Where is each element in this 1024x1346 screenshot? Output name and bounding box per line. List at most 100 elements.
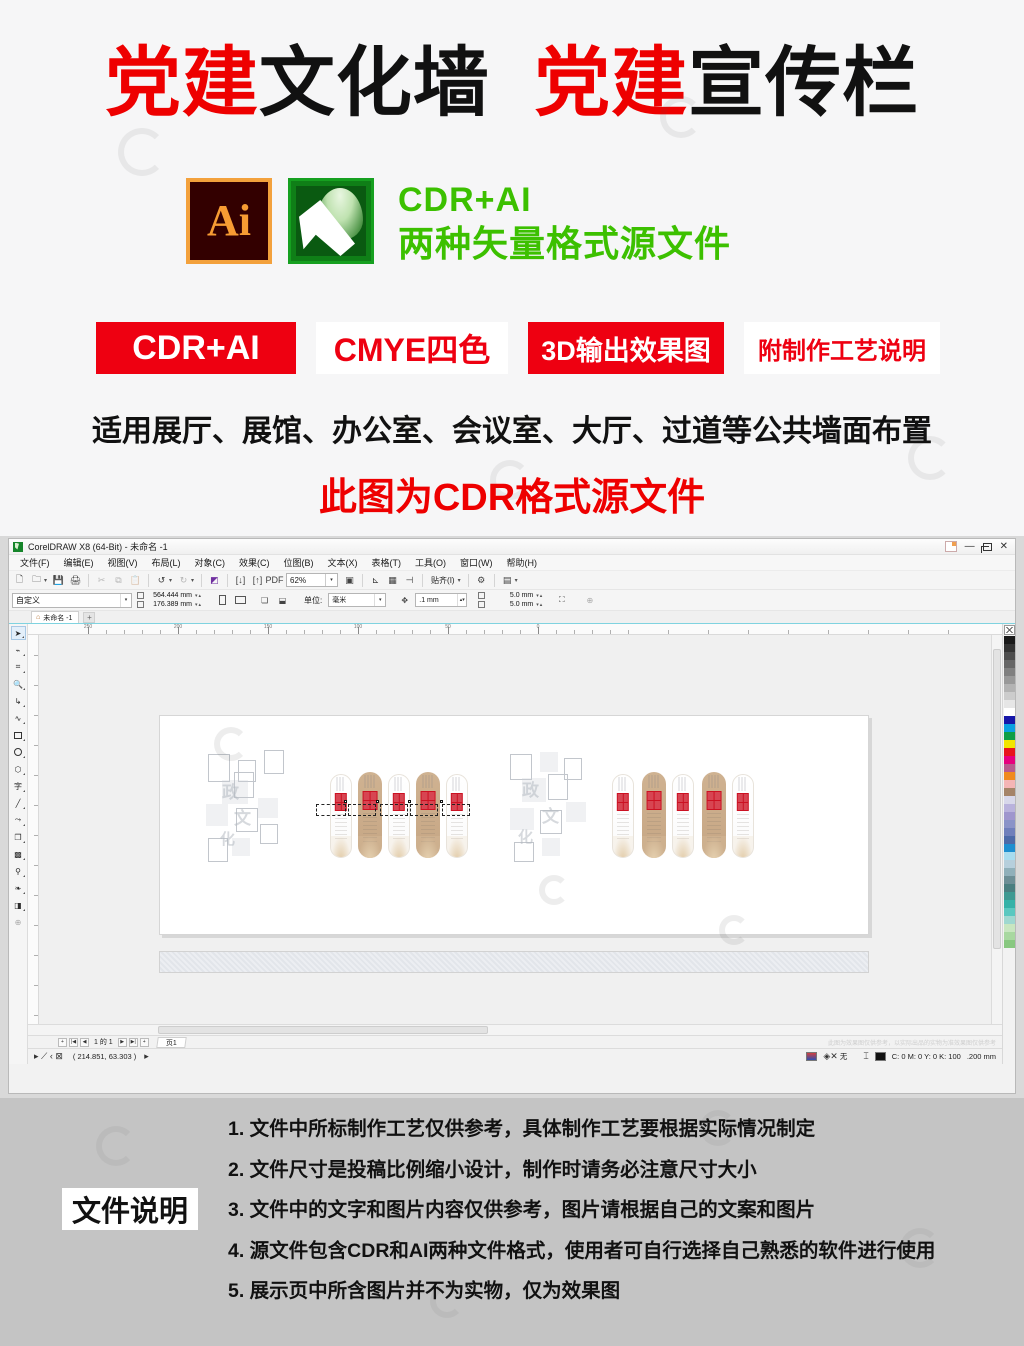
nudge-spinner[interactable]: ▴▾	[457, 594, 466, 606]
palette-swatch[interactable]	[1003, 940, 1015, 948]
open-folder-icon[interactable]: 🗀	[29, 573, 44, 588]
bleed-icon[interactable]: ⛶	[554, 593, 569, 608]
wall-panel[interactable]	[330, 774, 352, 858]
text-tool-icon[interactable]: 字	[11, 779, 26, 793]
wall-panel[interactable]	[672, 774, 694, 858]
first-page-icon[interactable]: |◀	[69, 1037, 78, 1047]
palette-swatch[interactable]	[1003, 692, 1015, 700]
palette-swatch[interactable]	[1003, 932, 1015, 940]
nudge-input[interactable]: .1 mm ▴▾	[415, 593, 468, 607]
document-tab[interactable]: ⌂ 未命名 -1	[31, 611, 80, 623]
color-eyedropper-icon[interactable]: ⚲	[11, 864, 26, 878]
artboard-bottom-strip[interactable]	[159, 951, 869, 973]
grid-icon[interactable]: ▦	[385, 573, 400, 588]
palette-swatch[interactable]	[1003, 740, 1015, 748]
search-content-icon[interactable]: ◩	[207, 573, 222, 588]
menu-bitmaps[interactable]: 位图(B)	[277, 555, 321, 571]
wall-panel[interactable]	[732, 774, 754, 858]
add-document-tab-button[interactable]: +	[83, 612, 96, 623]
palette-swatch[interactable]	[1003, 852, 1015, 860]
palette-swatch[interactable]	[1003, 716, 1015, 724]
wall-panel[interactable]	[446, 774, 468, 858]
all-pages-icon[interactable]: ❏	[257, 593, 272, 608]
palette-swatch[interactable]	[1003, 660, 1015, 668]
vertical-scroll-thumb[interactable]	[993, 649, 1001, 949]
palette-swatch[interactable]	[1003, 876, 1015, 884]
palette-swatch[interactable]	[1003, 844, 1015, 852]
palette-swatch[interactable]	[1003, 884, 1015, 892]
menu-help[interactable]: 帮助(H)	[500, 555, 545, 571]
crop-tool-icon[interactable]: ⌗	[11, 660, 26, 674]
zoom-chevron-down-icon[interactable]: ▾	[325, 574, 337, 586]
palette-swatch[interactable]	[1003, 916, 1015, 924]
snap-chevron-down-icon[interactable]: ▾	[458, 577, 461, 584]
height-spinner[interactable]: ▾▴	[195, 602, 202, 608]
menu-edit[interactable]: 编辑(E)	[57, 555, 101, 571]
menu-table[interactable]: 表格(T)	[365, 555, 409, 571]
new-document-icon[interactable]: 🗋	[12, 573, 27, 588]
portrait-icon[interactable]	[215, 593, 230, 608]
palette-swatch[interactable]	[1003, 812, 1015, 820]
artboard[interactable]: 政 文 化 政 文 化	[159, 715, 869, 935]
menu-tools[interactable]: 工具(O)	[408, 555, 453, 571]
minimize-button[interactable]: —	[965, 541, 975, 552]
palette-swatch[interactable]	[1003, 788, 1015, 796]
fill-color-icon[interactable]	[806, 1052, 818, 1061]
palette-swatch[interactable]	[1003, 668, 1015, 676]
palette-swatch[interactable]	[1003, 772, 1015, 780]
fullscreen-preview-icon[interactable]: ▣	[342, 573, 357, 588]
width-spinner[interactable]: ▾▴	[195, 593, 202, 599]
ellipse-tool-icon[interactable]	[11, 745, 26, 759]
duplicate-x-spinner[interactable]: ▾▴	[536, 593, 543, 599]
palette-swatch[interactable]	[1003, 900, 1015, 908]
drop-shadow-icon[interactable]: ❐	[11, 830, 26, 844]
palette-swatch[interactable]	[1003, 892, 1015, 900]
snap-label[interactable]: 贴齐(I)	[428, 575, 458, 586]
landscape-icon[interactable]	[233, 593, 248, 608]
freehand-tool-icon[interactable]: ↳	[11, 694, 26, 708]
palette-swatch[interactable]	[1003, 700, 1015, 708]
palette-swatch[interactable]	[1003, 644, 1015, 652]
close-button[interactable]: ✕	[1000, 541, 1008, 552]
import-layout-icon[interactable]: ⊾	[368, 573, 383, 588]
interactive-fill-icon[interactable]: ◨	[11, 898, 26, 912]
menu-text[interactable]: 文本(X)	[321, 555, 365, 571]
no-color-swatch[interactable]	[1003, 625, 1015, 635]
add-page-icon[interactable]: +	[58, 1037, 67, 1047]
outline-tool-icon[interactable]: ⊕	[11, 915, 26, 929]
menu-object[interactable]: 对象(C)	[188, 555, 233, 571]
vertical-scrollbar[interactable]	[991, 635, 1002, 1024]
current-color-swatch[interactable]	[874, 1052, 886, 1061]
parallel-dimension-icon[interactable]: ╱	[11, 796, 26, 810]
pick-tool-icon[interactable]: ➤	[10, 626, 26, 640]
next-page-icon[interactable]: ▶	[117, 1037, 127, 1047]
app-launcher-icon[interactable]: ▤	[500, 573, 515, 588]
wall-panel[interactable]	[642, 772, 666, 858]
palette-swatch[interactable]	[1003, 924, 1015, 932]
menu-effects[interactable]: 效果(C)	[232, 555, 277, 571]
duplicate-x-row[interactable]: 5.0 mm ▾▴	[478, 591, 543, 600]
palette-swatch[interactable]	[1003, 828, 1015, 836]
pin-icon[interactable]	[944, 541, 957, 552]
prev-page-icon[interactable]: ◀	[80, 1037, 89, 1047]
palette-swatch[interactable]	[1003, 836, 1015, 844]
save-icon[interactable]: 💾	[51, 573, 66, 588]
page-height-row[interactable]: 176.389 mm ▾▴	[137, 600, 202, 609]
import-icon[interactable]: [↓]	[233, 573, 248, 588]
palette-swatch[interactable]	[1003, 796, 1015, 804]
wall-panel[interactable]	[388, 774, 410, 858]
status-more-icon[interactable]: ▸	[144, 1051, 149, 1062]
menu-file[interactable]: 文件(F)	[13, 555, 57, 571]
transparency-tool-icon[interactable]: ▩	[11, 847, 26, 861]
page-width-row[interactable]: 564.444 mm ▾▴	[137, 591, 202, 600]
palette-swatch[interactable]	[1003, 676, 1015, 684]
last-page-icon[interactable]: ▶|	[128, 1037, 138, 1047]
page-tab-1[interactable]: 页1	[155, 1036, 187, 1048]
shape-tool-icon[interactable]: ⌁	[11, 643, 26, 657]
gear-icon[interactable]: ⚙	[474, 573, 489, 588]
undo-icon[interactable]: ↺	[154, 573, 169, 588]
straight-line-connector-icon[interactable]: ⤳	[11, 813, 26, 827]
palette-swatch[interactable]	[1003, 756, 1015, 764]
page-preset-combo[interactable]: 自定义 ▾	[12, 592, 132, 608]
restore-button[interactable]	[980, 542, 992, 553]
